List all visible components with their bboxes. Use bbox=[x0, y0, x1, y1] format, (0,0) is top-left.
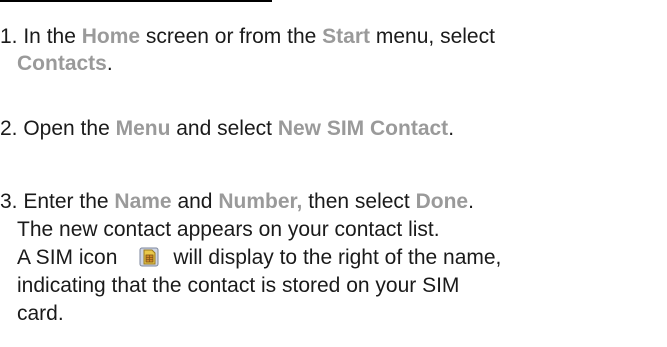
step-3-line-3: A SIM icon will display to the right of … bbox=[17, 246, 501, 270]
sim-card-icon bbox=[139, 247, 159, 267]
step-1-line-2: Contacts. bbox=[17, 52, 113, 76]
step-3-line-2: The new contact appears on your contact … bbox=[17, 218, 440, 242]
step-2-text: . bbox=[448, 117, 455, 140]
step-3-text: and bbox=[171, 190, 219, 213]
step-3-text: indicating that the contact is stored on… bbox=[17, 274, 460, 297]
step-1-text: . bbox=[106, 52, 113, 75]
step-3-text: will display to the right of the name, bbox=[173, 246, 502, 269]
done-label: Done bbox=[415, 190, 469, 213]
step-3-text: The new contact appears on your contact … bbox=[17, 218, 440, 241]
step-1-text: 1. In the bbox=[0, 25, 82, 48]
step-2-text: 2. Open the bbox=[0, 117, 116, 140]
step-3-text: card. bbox=[17, 302, 64, 325]
number-label: Number, bbox=[218, 190, 303, 213]
step-3-line-1: 3. Enter the Name and Number, then selec… bbox=[0, 190, 474, 214]
start-label: Start bbox=[322, 25, 371, 48]
step-3-text: then select bbox=[302, 190, 416, 213]
step-1-text: screen or from the bbox=[140, 25, 323, 48]
home-label: Home bbox=[81, 25, 141, 48]
step-2-text: and select bbox=[170, 117, 278, 140]
step-3-line-5: card. bbox=[17, 302, 64, 326]
new-sim-contact-label: New SIM Contact bbox=[277, 117, 449, 140]
step-2-line-1: 2. Open the Menu and select New SIM Cont… bbox=[0, 117, 454, 141]
step-3-text: A SIM icon bbox=[17, 246, 118, 269]
step-3-text: 3. Enter the bbox=[0, 190, 115, 213]
menu-label: Menu bbox=[115, 117, 171, 140]
step-3-text: . bbox=[468, 190, 474, 213]
name-label: Name bbox=[114, 190, 172, 213]
contacts-label: Contacts bbox=[17, 52, 107, 75]
step-1-text: menu, select bbox=[370, 25, 495, 48]
top-rule bbox=[0, 0, 272, 2]
step-3-line-4: indicating that the contact is stored on… bbox=[17, 274, 459, 298]
step-1-line-1: 1. In the Home screen or from the Start … bbox=[0, 25, 495, 49]
